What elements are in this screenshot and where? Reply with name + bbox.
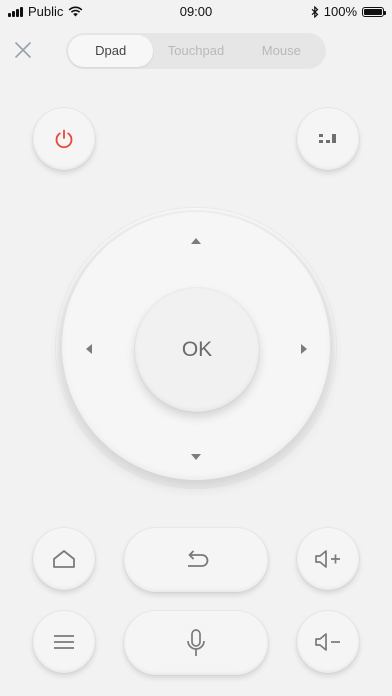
app-menu-icon <box>319 134 336 143</box>
volume-down-button[interactable] <box>297 611 359 673</box>
status-bar: Public 09:00 100% <box>0 0 392 24</box>
ok-button[interactable]: OK <box>135 288 259 412</box>
dpad-left-button[interactable] <box>78 338 100 360</box>
battery-fill <box>364 8 382 15</box>
arrow-left-icon <box>86 344 92 354</box>
power-icon <box>55 129 73 149</box>
close-button[interactable] <box>11 38 35 62</box>
app-menu-button[interactable] <box>297 108 359 170</box>
bluetooth-icon <box>311 5 319 18</box>
power-button[interactable] <box>33 108 95 170</box>
battery-icon <box>362 6 386 17</box>
arrow-up-icon <box>191 238 201 244</box>
tab-mouse[interactable]: Mouse <box>239 35 324 67</box>
volume-down-icon <box>315 633 340 651</box>
microphone-icon <box>187 629 205 656</box>
battery-percent: 100% <box>323 4 357 19</box>
menu-icon <box>54 635 74 649</box>
volume-up-button[interactable] <box>297 528 359 590</box>
menu-button[interactable] <box>33 611 95 673</box>
mode-tabs: Dpad Touchpad Mouse <box>66 33 326 69</box>
dpad-up-button[interactable] <box>185 230 207 252</box>
close-icon <box>15 42 31 58</box>
tab-dpad[interactable]: Dpad <box>68 35 154 67</box>
arrow-right-icon <box>301 344 307 354</box>
home-icon <box>53 550 75 568</box>
home-button[interactable] <box>33 528 95 590</box>
arrow-down-icon <box>191 454 201 460</box>
dpad-right-button[interactable] <box>293 338 315 360</box>
back-icon <box>188 550 209 567</box>
dpad-down-button[interactable] <box>185 446 207 468</box>
voice-button[interactable] <box>124 611 268 675</box>
back-button[interactable] <box>124 528 268 592</box>
volume-up-icon <box>315 550 340 568</box>
tab-touchpad[interactable]: Touchpad <box>153 35 238 67</box>
status-right: 100% <box>311 4 386 19</box>
